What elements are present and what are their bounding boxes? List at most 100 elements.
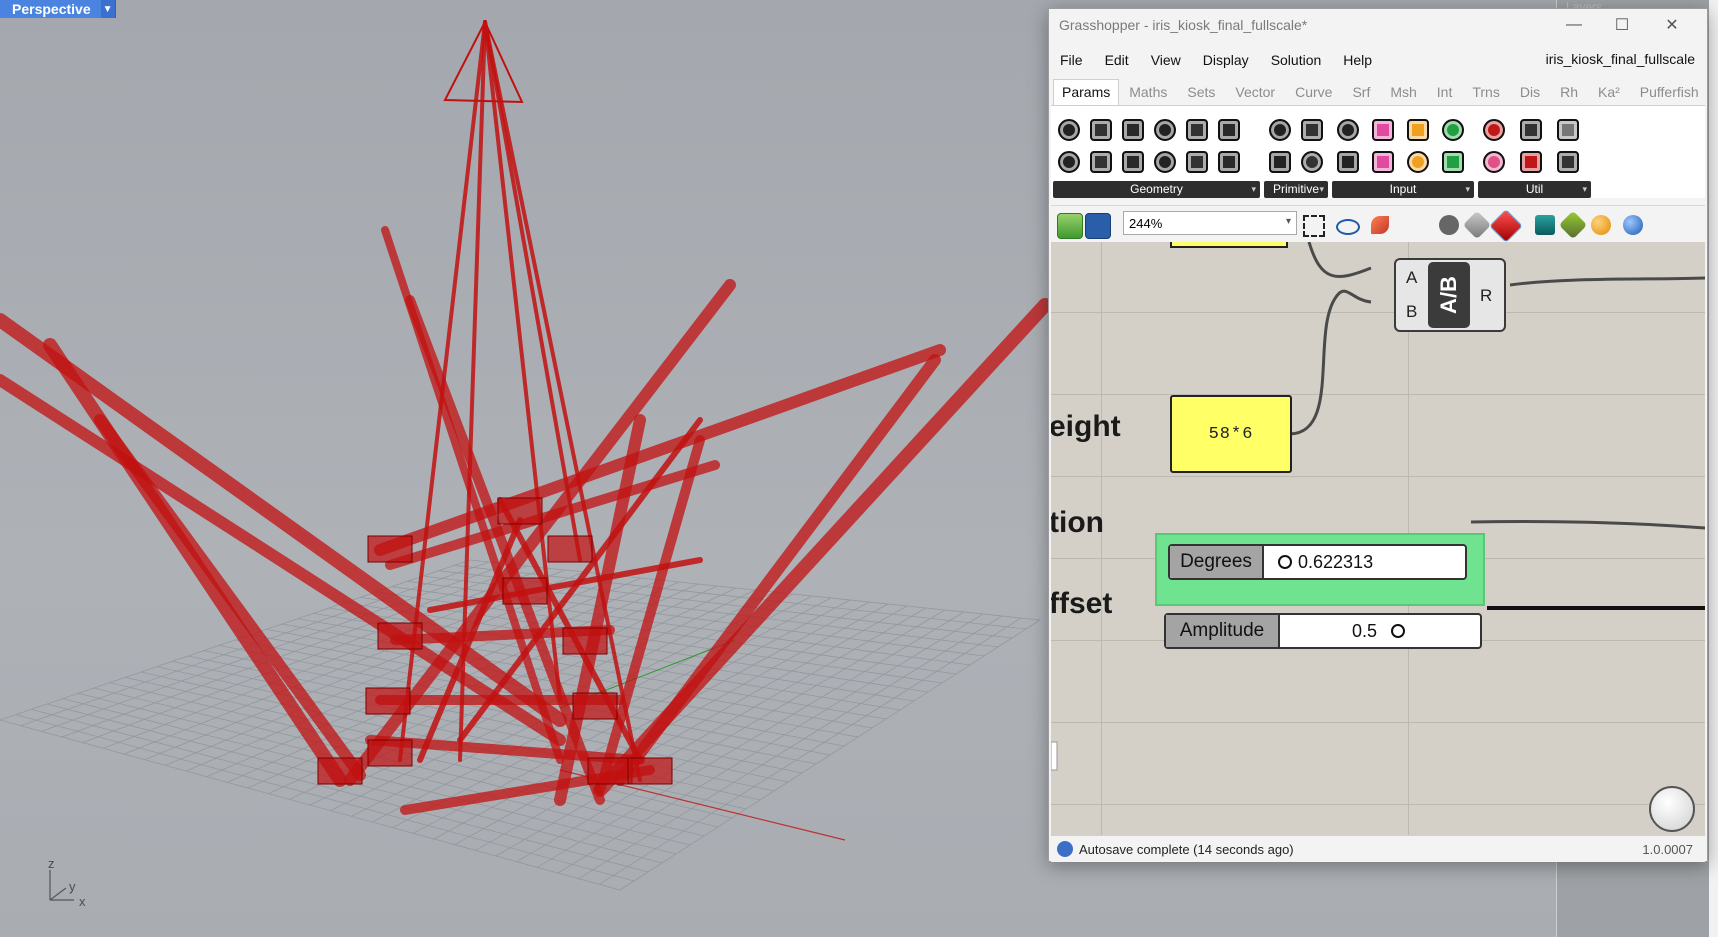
menu-display[interactable]: Display	[1192, 52, 1260, 68]
menu-edit[interactable]: Edit	[1094, 52, 1140, 68]
joint-block	[365, 687, 411, 715]
minimize-button[interactable]: —	[1551, 12, 1597, 38]
navigation-compass-icon[interactable]	[1649, 786, 1695, 832]
colour-swatch-icon[interactable]	[1437, 146, 1469, 178]
group-label-geometry[interactable]: Geometry ▾	[1053, 181, 1260, 198]
surface-param-icon[interactable]	[1181, 146, 1213, 178]
curve-param-icon[interactable]	[1085, 146, 1117, 178]
data-input-icon[interactable]	[1332, 114, 1364, 146]
tab-curve[interactable]: Curve	[1285, 84, 1342, 105]
value-list-icon[interactable]	[1402, 146, 1434, 178]
fitness-icon[interactable]	[1515, 146, 1547, 178]
preview-selected-icon[interactable]	[1489, 209, 1523, 243]
arc-param-icon[interactable]	[1117, 114, 1149, 146]
material-sphere-icon[interactable]	[1591, 215, 1611, 235]
expand-pin-icon[interactable]: ▾	[1582, 181, 1587, 198]
preview-shaded-icon[interactable]	[1462, 210, 1492, 240]
kiosk-model	[0, 19, 1052, 815]
group-label-util-text: Util	[1525, 182, 1544, 196]
joint-block	[367, 535, 413, 563]
slider-knob-amplitude[interactable]	[1391, 624, 1405, 638]
potion-icon[interactable]	[1552, 146, 1584, 178]
line-param-icon[interactable]	[1117, 146, 1149, 178]
beam	[43, 338, 347, 787]
output-port-r[interactable]: R	[1480, 286, 1492, 306]
degrees-slider[interactable]: Degrees 0.622313	[1168, 544, 1467, 580]
tab-dis[interactable]: Dis	[1510, 84, 1550, 105]
tab-rh[interactable]: Rh	[1550, 84, 1588, 105]
zoom-level-dropdown[interactable]: 244% ▾	[1123, 211, 1297, 235]
grasshopper-window[interactable]: Grasshopper - iris_kiosk_final_fullscale…	[1048, 8, 1708, 862]
grasshopper-canvas[interactable]: eight tion ffset 58*6 A B A/B R Degrees …	[1051, 242, 1705, 835]
tab-int[interactable]: Int	[1427, 84, 1463, 105]
division-component[interactable]: A B A/B R	[1394, 258, 1506, 332]
expand-pin-icon[interactable]: ▾	[1251, 181, 1256, 198]
integer-param-icon[interactable]	[1296, 114, 1328, 146]
tab-pufferfish[interactable]: Pufferfish	[1630, 84, 1709, 105]
tab-ka2[interactable]: Ka²	[1588, 84, 1630, 105]
preview-wire-icon[interactable]	[1439, 215, 1459, 235]
tab-msh[interactable]: Msh	[1380, 84, 1426, 105]
slider-knob-degrees[interactable]	[1278, 555, 1292, 569]
open-file-icon[interactable]	[1057, 213, 1083, 239]
group-label-primitive[interactable]: Primitive ▾	[1264, 181, 1328, 198]
display-globe-icon[interactable]	[1623, 215, 1643, 235]
menu-help[interactable]: Help	[1332, 52, 1383, 68]
text-param-icon[interactable]	[1296, 146, 1328, 178]
tab-maths[interactable]: Maths	[1119, 84, 1177, 105]
close-button[interactable]: ✕	[1649, 12, 1695, 38]
expression-panel[interactable]: 58*6	[1170, 395, 1292, 473]
maximize-button[interactable]: ☐	[1599, 12, 1645, 38]
point-param-icon[interactable]	[1053, 114, 1085, 146]
viewport-title-tab[interactable]: Perspective ▼	[0, 0, 116, 18]
preview-eye-icon[interactable]	[1336, 219, 1360, 235]
slider-value-amplitude: 0.5	[1352, 620, 1378, 641]
tab-trns[interactable]: Trns	[1462, 84, 1509, 105]
expand-pin-icon[interactable]: ▾	[1319, 181, 1324, 198]
menu-file[interactable]: File	[1049, 52, 1094, 68]
zoom-extents-icon[interactable]	[1303, 215, 1325, 237]
document-name[interactable]: iris_kiosk_final_fullscale	[1546, 51, 1695, 67]
menu-solution[interactable]: Solution	[1260, 52, 1333, 68]
cherry-picker-icon[interactable]	[1478, 114, 1510, 146]
expand-pin-icon[interactable]: ▾	[1465, 181, 1470, 198]
viewport-menu-arrow-icon[interactable]: ▼	[100, 0, 115, 18]
slider-name-degrees-text: Degrees	[1180, 551, 1252, 572]
group-label-input[interactable]: Input ▾	[1332, 181, 1474, 198]
slider-track-amplitude[interactable]: 0.5	[1280, 615, 1480, 647]
slider-track-degrees[interactable]: 0.622313	[1264, 546, 1465, 578]
tab-params[interactable]: Params	[1053, 79, 1120, 105]
vector-param-icon[interactable]	[1053, 146, 1085, 178]
number-param-icon[interactable]	[1264, 146, 1296, 178]
circle-param-icon[interactable]	[1085, 114, 1117, 146]
toggle-icon[interactable]	[1367, 146, 1399, 178]
title-bar[interactable]: Grasshopper - iris_kiosk_final_fullscale…	[1049, 9, 1707, 41]
mesh-param-icon[interactable]	[1213, 114, 1245, 146]
slider-icon[interactable]	[1402, 114, 1434, 146]
input-port-b[interactable]: B	[1406, 302, 1417, 322]
tab-srf[interactable]: Srf	[1342, 84, 1380, 105]
box-param-icon[interactable]	[1149, 114, 1181, 146]
menu-view[interactable]: View	[1140, 52, 1192, 68]
tab-sets[interactable]: Sets	[1177, 84, 1225, 105]
group-param-icon[interactable]	[1213, 146, 1245, 178]
data-dam-icon[interactable]	[1552, 114, 1584, 146]
jump-icon[interactable]	[1478, 146, 1510, 178]
save-file-icon[interactable]	[1085, 213, 1111, 239]
relay-icon[interactable]	[1515, 114, 1547, 146]
wire-panel-to-division-b	[1288, 289, 1372, 436]
tab-vector[interactable]: Vector	[1225, 84, 1285, 105]
panel-yellow-top-partial	[1170, 242, 1288, 248]
input-port-a[interactable]: A	[1406, 268, 1417, 288]
mesh-settings-icon[interactable]	[1558, 210, 1588, 240]
graph-mapper-icon[interactable]	[1332, 146, 1364, 178]
amplitude-slider[interactable]: Amplitude 0.5	[1164, 613, 1482, 649]
gradient-icon[interactable]	[1437, 114, 1469, 146]
bake-geometry-icon[interactable]	[1535, 215, 1555, 235]
brep-param-icon[interactable]	[1181, 114, 1213, 146]
plane-param-icon[interactable]	[1149, 146, 1181, 178]
button-icon[interactable]	[1367, 114, 1399, 146]
sketch-pen-icon[interactable]	[1371, 216, 1389, 234]
boolean-param-icon[interactable]	[1264, 114, 1296, 146]
group-label-util[interactable]: Util ▾	[1478, 181, 1591, 198]
